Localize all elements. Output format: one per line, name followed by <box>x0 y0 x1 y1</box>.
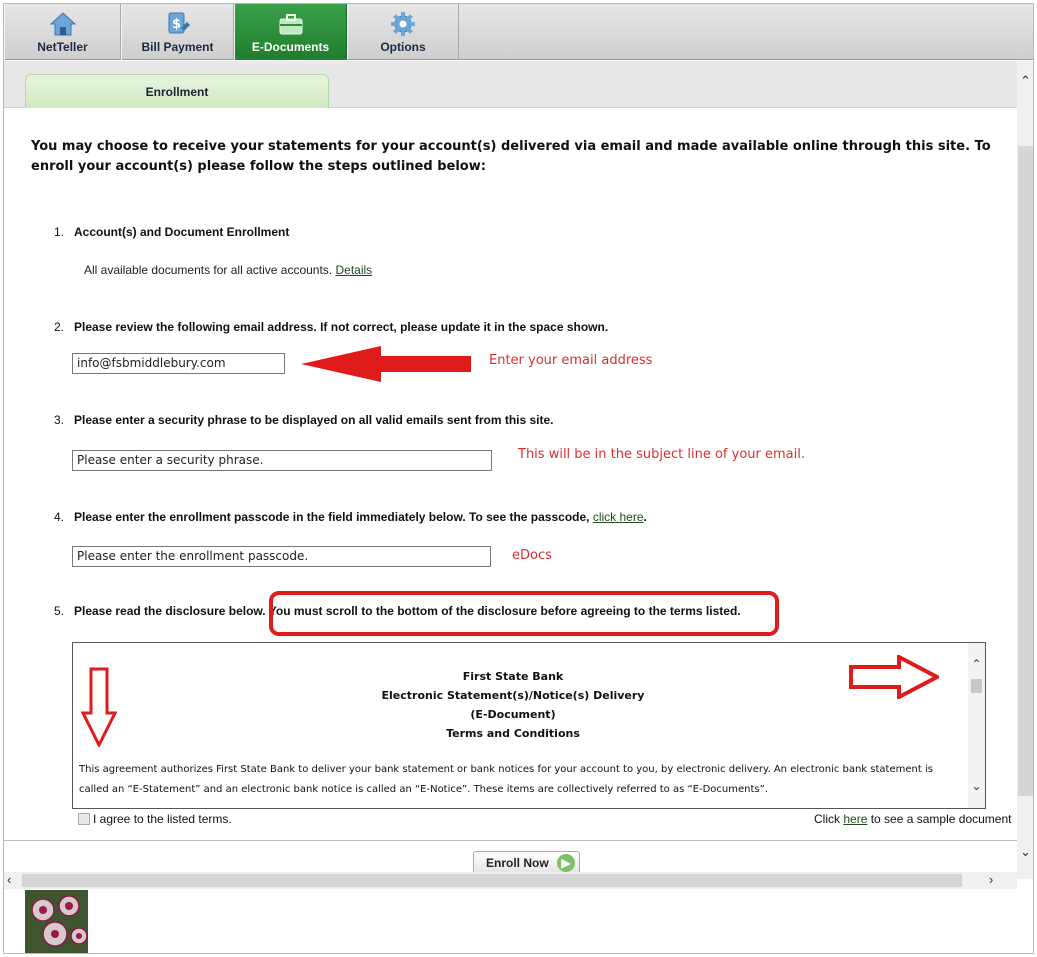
agree-row: I agree to the listed terms. <box>78 812 232 826</box>
email-field[interactable]: info@fsbmiddlebury.com <box>72 353 285 374</box>
briefcase-icon <box>279 14 302 35</box>
divider <box>4 840 1017 841</box>
disclosure-heading: First State Bank Electronic Statement(s)… <box>381 670 645 740</box>
chevron-down-icon[interactable]: ⌄ <box>1020 844 1031 860</box>
disclosure-scrollbar[interactable]: ⌃ ⌄ <box>968 643 985 808</box>
step-4: 4. Please enter the enrollment passcode i… <box>54 510 647 524</box>
step-3-title: Please enter a security phrase to be dis… <box>74 413 554 427</box>
tab-label: Bill Payment <box>141 40 214 54</box>
chevron-left-icon[interactable]: ‹ <box>7 872 11 887</box>
step-2-title: Please review the following email addres… <box>74 320 609 334</box>
tab-label: E-Documents <box>251 40 330 54</box>
agree-label: I agree to the listed terms. <box>93 812 232 826</box>
step-4-title: Please enter the enrollment passcode in … <box>74 510 590 524</box>
tab-label: NetTeller <box>37 40 88 54</box>
enrollment-panel: Enrollment You may choose to receive you… <box>4 61 1033 879</box>
disclosure-body: This agreement authorizes First State Ba… <box>79 764 933 795</box>
scroll-thumb[interactable] <box>22 874 962 887</box>
app-window: NetTeller $ Bill Payment E-Documents Opt… <box>3 3 1034 954</box>
chevron-up-icon[interactable]: ⌃ <box>1020 73 1031 89</box>
security-phrase-input[interactable]: Please enter a security phrase. <box>72 450 492 471</box>
email-annotation: Enter your email address <box>489 353 653 368</box>
passcode-input[interactable]: Please enter the enrollment passcode. <box>72 546 491 567</box>
step-2: 2. Please review the following email addr… <box>54 320 609 334</box>
tab-bill-payment[interactable]: $ Bill Payment <box>121 4 234 60</box>
gear-icon <box>391 12 415 36</box>
sub-tab-bar: Enrollment <box>4 61 1017 108</box>
chevron-down-icon[interactable]: ⌄ <box>968 779 985 793</box>
step-3: 3. Please enter a security phrase to be d… <box>54 413 554 427</box>
tab-options[interactable]: Options <box>347 4 459 60</box>
chevron-up-icon[interactable]: ⌃ <box>968 657 985 671</box>
home-icon <box>49 12 76 36</box>
phrase-annotation: This will be in the subject line of your… <box>518 447 805 462</box>
tab-netteller[interactable]: NetTeller <box>4 4 121 60</box>
scroll-thumb[interactable] <box>971 679 982 693</box>
intro-text: You may choose to receive your statement… <box>31 139 991 174</box>
disclosure-box[interactable]: First State Bank Electronic Statement(s)… <box>72 642 986 809</box>
passcode-annotation: eDocs <box>512 548 552 563</box>
svg-text:$: $ <box>171 17 180 32</box>
tab-label: Options <box>380 40 426 54</box>
red-arrow-right-icon <box>849 655 939 699</box>
passcode-link[interactable]: click here <box>593 510 644 524</box>
tab-enrollment[interactable]: Enrollment <box>25 74 329 108</box>
red-arrow-down-icon <box>81 667 117 747</box>
top-nav: NetTeller $ Bill Payment E-Documents Opt… <box>4 4 1033 60</box>
tab-e-documents[interactable]: E-Documents <box>234 4 347 60</box>
bill-payment-icon: $ <box>168 12 190 34</box>
details-link[interactable]: Details <box>335 263 372 277</box>
flower-thumbnail <box>25 890 88 953</box>
agree-checkbox[interactable] <box>78 813 90 825</box>
chevron-right-icon[interactable]: › <box>989 872 993 887</box>
step-5-title: Please read the disclosure below. <box>74 604 266 618</box>
step-1-note: All available documents for all active a… <box>84 263 373 277</box>
sample-link[interactable]: here <box>843 812 867 826</box>
sample-document: Click here to see a sample document <box>814 812 1012 826</box>
scroll-thumb[interactable] <box>1018 146 1033 796</box>
horizontal-scrollbar[interactable]: ‹ › <box>4 872 1017 889</box>
arrow-right-icon: ▶ <box>557 854 575 872</box>
highlight-box <box>269 591 779 636</box>
main-scrollbar[interactable]: ⌃ ⌄ <box>1017 61 1033 879</box>
step-1-title: Account(s) and Document Enrollment <box>74 225 290 239</box>
step-1: 1. Account(s) and Document Enrollment <box>54 225 290 239</box>
red-arrow-left-icon <box>301 346 471 382</box>
